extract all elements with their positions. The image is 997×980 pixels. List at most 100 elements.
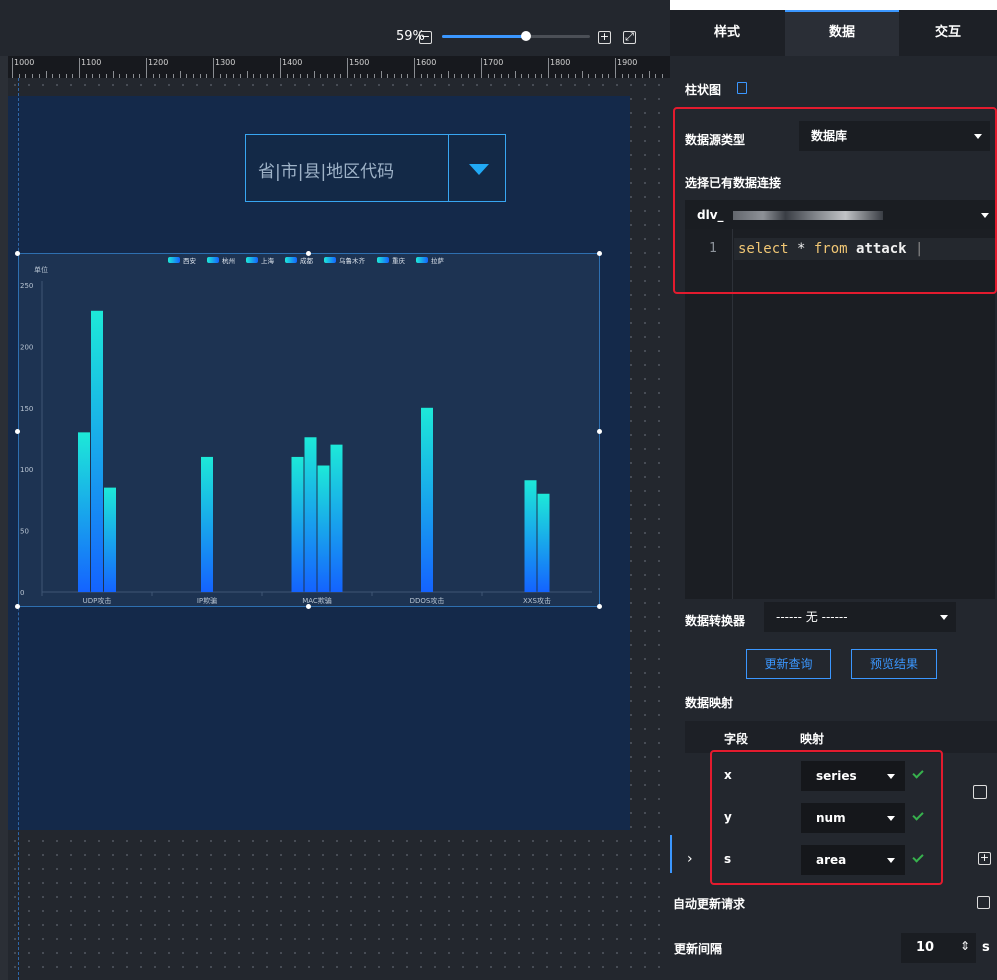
region-select-placeholder: 省|市|县|地区代码 [258,162,395,182]
chevron-right-icon[interactable]: › [687,851,693,867]
ruler-label: 1900 [617,58,638,67]
zoom-bar [0,10,670,54]
resize-handle[interactable] [15,251,20,256]
bar-拉萨 [330,444,343,592]
ruler-tick [213,58,214,78]
bar-重庆 [317,465,330,592]
bar-乌鲁木齐 [304,437,317,592]
x-tick-label: DDOS攻击 [410,596,445,605]
ruler-tick [246,71,248,78]
region-select[interactable]: 省|市|县|地区代码 [245,134,506,202]
minus-square-icon[interactable]: − [419,31,432,44]
ruler-tick [45,71,47,78]
highlight-box [673,107,997,294]
ruler-tick [447,71,449,78]
legend-swatch [416,257,428,263]
ruler-label: 1000 [14,58,35,67]
y-axis-label: 单位 [34,265,48,274]
ruler-label: 1600 [416,58,437,67]
side-indicator [670,835,672,873]
tab-interaction[interactable]: 交互 [899,10,997,56]
expand-icon[interactable] [973,785,987,799]
legend-label: 杭州 [222,256,235,265]
ruler-tick [615,58,616,78]
x-tick-label: IP欺骗 [197,596,217,605]
document-icon[interactable] [737,82,747,94]
y-tick-label: 250 [20,282,33,290]
ruler-label: 1500 [349,58,370,67]
editor-window: 59% − + ⤢ 1000 1100 1200 1300 1400 1500 1600 17… [0,0,997,980]
resize-handle[interactable] [597,251,602,256]
interval-label: 更新间隔 [674,942,723,956]
tab-style[interactable]: 样式 [670,10,784,56]
zoom-slider-fill [442,35,530,38]
y-tick-label: 50 [20,528,29,536]
bar-乌鲁木齐 [524,480,537,592]
legend-swatch [168,257,180,263]
y-tick-label: 0 [20,589,24,597]
bar-chart: 单位050100150200250UDP攻击 IP欺骗 MAC欺骗 DDOS攻击 XXS… [20,256,592,605]
legend-label: 拉萨 [431,256,445,265]
tab-data[interactable]: 数据 [785,10,899,56]
y-tick-label: 200 [20,343,33,351]
zoom-slider-knob[interactable] [521,31,531,41]
plus-square-icon[interactable]: + [598,31,611,44]
resize-handle[interactable] [306,604,311,609]
horizontal-ruler: 1000 1100 1200 1300 1400 1500 1600 1700 1800 1900 [8,56,670,78]
resize-handle[interactable] [306,251,311,256]
legend-label: 成都 [300,256,314,265]
ruler-tick [112,71,114,78]
component-title: 柱状图 [685,83,722,97]
interval-input[interactable]: 10 ⇕ [901,933,976,963]
legend-swatch [207,257,219,263]
mapping-title: 数据映射 [685,696,734,710]
panel-tabs: 样式 数据 交互 [670,10,997,56]
ruler-tick [280,58,281,78]
vertical-ruler [0,56,8,980]
legend-label: 西安 [183,256,197,265]
transformer-select[interactable]: ------ 无 ------ [764,602,956,632]
mapping-col-map: 映射 [800,732,825,746]
bar-杭州 [91,310,103,592]
resize-handle[interactable] [597,429,602,434]
auto-update-checkbox[interactable] [977,896,990,909]
ruler-tick [179,71,181,78]
preview-result-button[interactable]: 预览结果 [851,649,937,679]
ruler-tick [514,71,516,78]
ruler-label: 1400 [282,58,303,67]
refresh-query-button[interactable]: 更新查询 [746,649,831,679]
bar-西安 [78,432,90,592]
legend-swatch [377,257,389,263]
ruler-tick [12,58,13,78]
transformer-label: 数据转换器 [685,614,746,628]
resize-handle[interactable] [15,604,20,609]
x-tick-label: XXS攻击 [523,596,551,605]
x-tick-label: UDP攻击 [83,596,112,605]
caret-down-icon[interactable] [469,164,489,175]
property-panel: 样式 数据 交互 柱状图 数据源类型 数据库 选择已有数据连接 dlv_ 1 s… [670,10,997,980]
legend-label: 重庆 [392,256,406,265]
ruler-tick [648,71,650,78]
caret-down-icon [940,615,948,620]
y-tick-label: 100 [20,466,33,474]
auto-update-label: 自动更新请求 [673,897,746,911]
ruler-tick [79,58,80,78]
canvas-area[interactable]: 59% − + ⤢ 1000 1100 1200 1300 1400 1500 1600 17… [0,0,670,980]
mapping-col-field: 字段 [724,732,749,746]
add-mapping-icon[interactable]: + [978,852,991,865]
interval-unit: s [982,940,990,955]
ruler-tick [481,58,482,78]
resize-handle[interactable] [597,604,602,609]
zoom-slider[interactable] [442,35,590,38]
ruler-tick [414,58,415,78]
bar-重庆 [537,493,550,592]
ruler-label: 1800 [550,58,571,67]
spinner-icon[interactable]: ⇕ [960,939,970,953]
ruler-tick [146,58,147,78]
resize-handle[interactable] [15,429,20,434]
legend-label: 乌鲁木齐 [339,256,366,265]
mapping-header: 字段 映射 [685,721,997,753]
ruler-label: 1100 [81,58,102,67]
fit-screen-icon[interactable]: ⤢ [623,31,636,44]
bar-成都 [421,407,433,592]
